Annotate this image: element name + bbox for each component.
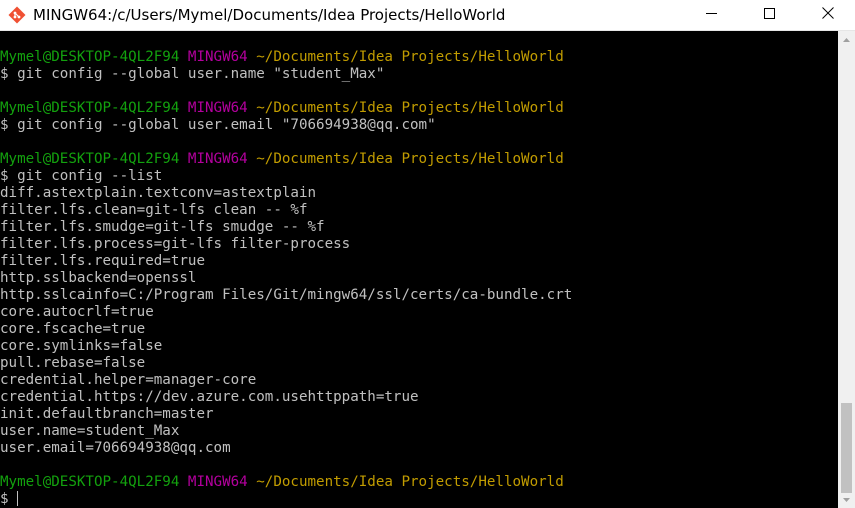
output-text: http.sslcainfo=C:/Program Files/Git/ming… [0, 287, 573, 303]
output-line: core.autocrlf=true [0, 304, 572, 321]
output-text: http.sslbackend=openssl [0, 270, 197, 286]
command-line: $ git config --global user.email "706694… [0, 117, 572, 134]
output-line: core.fscache=true [0, 321, 572, 338]
output-text: core.fscache=true [0, 321, 146, 337]
output-text: pull.rebase=false [0, 355, 146, 371]
prompt-line: Mymel@DESKTOP-4QL2F94 MINGW64 ~/Document… [0, 151, 572, 168]
output-line: diff.astextplain.textconv=astextplain [0, 185, 572, 202]
output-text: filter.lfs.clean=git-lfs clean -- %f [0, 202, 308, 218]
prompt-line: Mymel@DESKTOP-4QL2F94 MINGW64 ~/Document… [0, 100, 572, 117]
output-line: filter.lfs.required=true [0, 253, 572, 270]
output-text: init.defaultbranch=master [0, 406, 214, 422]
scroll-down-arrow-icon[interactable] [838, 491, 855, 508]
output-line: user.name=student_Max [0, 423, 572, 440]
input-prompt: $ [0, 491, 18, 507]
output-text: filter.lfs.smudge=git-lfs smudge -- %f [0, 219, 325, 235]
prompt-user-host: Mymel@DESKTOP-4QL2F94 [0, 474, 180, 490]
output-text: user.email=706694938@qq.com [0, 440, 231, 456]
prompt-path: ~/Documents/Idea Projects/HelloWorld [256, 49, 564, 65]
output-line: filter.lfs.smudge=git-lfs smudge -- %f [0, 219, 572, 236]
scroll-thumb[interactable] [841, 403, 852, 493]
text-cursor [17, 491, 19, 506]
maximize-icon [763, 6, 775, 24]
prompt-path: ~/Documents/Idea Projects/HelloWorld [256, 474, 564, 490]
output-line: filter.lfs.process=git-lfs filter-proces… [0, 236, 572, 253]
output-line: credential.https://dev.azure.com.usehttp… [0, 389, 572, 406]
output-text: filter.lfs.required=true [0, 253, 205, 269]
output-line: pull.rebase=false [0, 355, 572, 372]
command-line: $ git config --list [0, 168, 572, 185]
minimize-icon [705, 6, 717, 24]
minimize-button[interactable] [688, 0, 734, 30]
prompt-shell: MINGW64 [187, 100, 248, 116]
prompt-path: ~/Documents/Idea Projects/HelloWorld [256, 151, 564, 167]
output-text: diff.astextplain.textconv=astextplain [0, 185, 317, 201]
prompt-path: ~/Documents/Idea Projects/HelloWorld [256, 100, 564, 116]
input-line: $ [0, 491, 572, 508]
vertical-scrollbar[interactable] [838, 31, 855, 508]
prompt-user-host: Mymel@DESKTOP-4QL2F94 [0, 49, 180, 65]
output-text: filter.lfs.process=git-lfs filter-proces… [0, 236, 351, 252]
output-line: core.symlinks=false [0, 338, 572, 355]
output-line: http.sslbackend=openssl [0, 270, 572, 287]
close-button[interactable] [805, 0, 851, 30]
command-line: $ git config --global user.name "student… [0, 66, 572, 83]
command-text: $ git config --list [0, 168, 163, 184]
output-line: credential.helper=manager-core [0, 372, 572, 389]
close-icon [822, 6, 834, 24]
prompt-line: Mymel@DESKTOP-4QL2F94 MINGW64 ~/Document… [0, 49, 572, 66]
prompt-shell: MINGW64 [187, 474, 248, 490]
output-line: user.email=706694938@qq.com [0, 440, 572, 457]
command-text: $ git config --global user.name "student… [0, 66, 385, 82]
terminal-output[interactable]: Mymel@DESKTOP-4QL2F94 MINGW64 ~/Document… [0, 31, 838, 508]
prompt-user-host: Mymel@DESKTOP-4QL2F94 [0, 100, 180, 116]
output-text: credential.https://dev.azure.com.usehttp… [0, 389, 419, 405]
terminal-lines: Mymel@DESKTOP-4QL2F94 MINGW64 ~/Document… [0, 49, 572, 508]
git-bash-icon [8, 6, 26, 24]
prompt-line: Mymel@DESKTOP-4QL2F94 MINGW64 ~/Document… [0, 474, 572, 491]
output-line: init.defaultbranch=master [0, 406, 572, 423]
prompt-shell: MINGW64 [187, 49, 248, 65]
scroll-up-arrow-icon[interactable] [838, 31, 855, 48]
output-text: core.symlinks=false [0, 338, 163, 354]
window-title: MINGW64:/c/Users/Mymel/Documents/Idea Pr… [33, 6, 506, 24]
terminal-window: MINGW64:/c/Users/Mymel/Documents/Idea Pr… [0, 0, 855, 508]
prompt-user-host: Mymel@DESKTOP-4QL2F94 [0, 151, 180, 167]
command-text: $ git config --global user.email "706694… [0, 117, 436, 133]
maximize-button[interactable] [746, 0, 792, 30]
prompt-shell: MINGW64 [187, 151, 248, 167]
output-line: http.sslcainfo=C:/Program Files/Git/ming… [0, 287, 572, 304]
output-line: filter.lfs.clean=git-lfs clean -- %f [0, 202, 572, 219]
output-text: core.autocrlf=true [0, 304, 154, 320]
output-text: user.name=student_Max [0, 423, 180, 439]
output-text: credential.helper=manager-core [0, 372, 257, 388]
title-bar[interactable]: MINGW64:/c/Users/Mymel/Documents/Idea Pr… [0, 0, 855, 31]
